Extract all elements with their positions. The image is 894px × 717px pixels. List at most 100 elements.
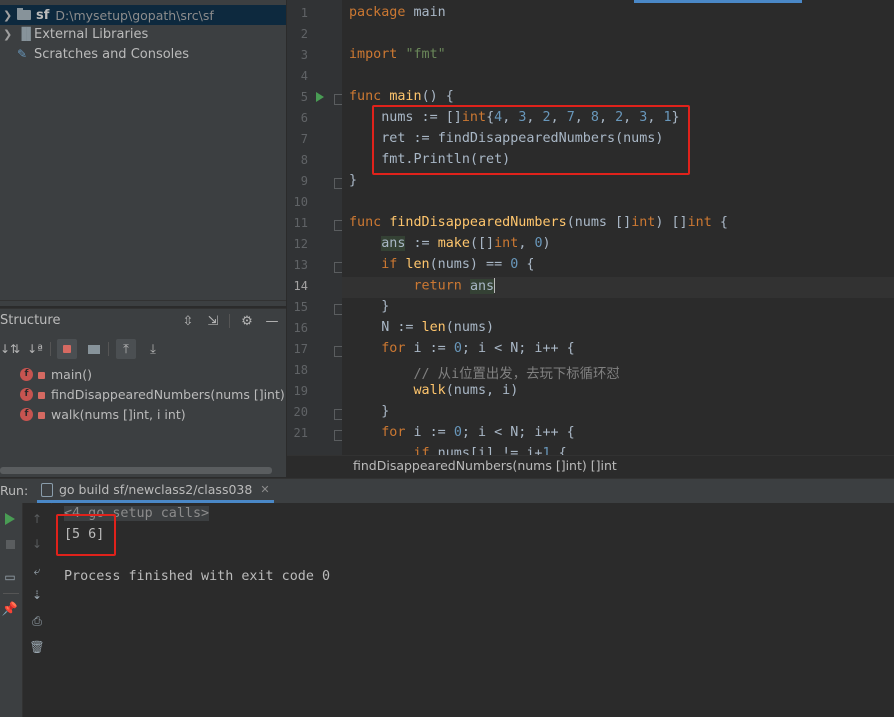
sort-alphabetically-icon[interactable]: ↓ª <box>25 339 45 359</box>
line-number: 7 <box>300 132 308 146</box>
navigate-to-source-icon[interactable]: ⤒ <box>116 339 136 359</box>
structure-item-label: main() <box>51 366 92 382</box>
code-line-5: func main() { <box>349 89 454 104</box>
structure-header: Structure ⇳ ⇲ ⚙ — <box>0 309 286 333</box>
line-number: 5 <box>300 90 308 104</box>
horizontal-scrollbar[interactable] <box>0 467 272 474</box>
run-tab[interactable]: go build sf/newclass2/class038 ✕ <box>37 479 274 503</box>
minimize-icon[interactable]: — <box>262 311 282 331</box>
line-number: 21 <box>293 426 308 440</box>
structure-panel: Structure ⇳ ⇲ ⚙ — ↓⇅ ↓ª ⤒ ⤓ f main() f f… <box>0 308 315 477</box>
code-editor[interactable]: package main import "fmt" func main() { … <box>342 0 894 455</box>
gear-icon[interactable]: ⚙ <box>237 311 257 331</box>
line-number: 11 <box>293 216 308 230</box>
code-line-9: } <box>349 173 358 188</box>
show-private-icon[interactable] <box>57 339 77 359</box>
expand-all-icon[interactable]: ⇳ <box>178 311 198 331</box>
project-root-row[interactable]: ❯ sf D:\mysetup\gopath\src\sf <box>0 5 286 25</box>
lock-icon <box>38 391 45 399</box>
lock-icon <box>38 411 45 419</box>
run-toolbar-secondary: ↑ ↓ ⤶ ⇣ ⎙ 🗑 <box>23 503 51 717</box>
scratches-icon: ✎ <box>17 47 28 61</box>
code-line-17: for i := 0; i < N; i++ { <box>381 341 575 356</box>
run-gutter-icon[interactable] <box>316 92 324 102</box>
line-number: 16 <box>293 321 308 335</box>
code-line-13: if len(nums) == 0 { <box>381 257 535 272</box>
line-number: 8 <box>300 153 308 167</box>
arrow-up-icon[interactable]: ↑ <box>29 511 45 527</box>
line-number-current: 14 <box>293 279 308 293</box>
line-number: 15 <box>293 300 308 314</box>
function-icon: f <box>20 407 33 421</box>
run-toolbar-left: ▭ 📌 <box>0 503 23 717</box>
code-line-1: package main <box>349 5 446 20</box>
layout-icon[interactable]: ▭ <box>2 569 18 585</box>
function-icon: f <box>20 367 33 381</box>
arrow-down-icon[interactable]: ↓ <box>29 536 45 552</box>
breadcrumb-function[interactable]: findDisappearedNumbers(nums []int) []int <box>353 458 617 473</box>
run-tab-title: go build sf/newclass2/class038 <box>59 482 253 497</box>
libraries-icon: ▐▌ <box>17 27 36 41</box>
code-line-20: } <box>349 404 390 419</box>
rerun-icon[interactable] <box>2 511 18 527</box>
chevron-right-icon[interactable]: ❯ <box>3 28 13 41</box>
console-exit-message: Process finished with exit code 0 <box>64 569 331 584</box>
scratches-label: Scratches and Consoles <box>34 46 190 62</box>
scroll-to-end-icon[interactable]: ⇣ <box>29 587 45 603</box>
close-icon[interactable]: ✕ <box>260 483 269 496</box>
line-number: 12 <box>293 237 308 251</box>
structure-title: Structure <box>0 313 61 328</box>
external-libraries-row[interactable]: ❯ ▐▌ External Libraries <box>0 24 148 44</box>
structure-item-label: walk(nums []int, i int) <box>51 406 186 422</box>
trash-icon[interactable]: 🗑 <box>29 639 45 655</box>
scratches-row[interactable]: ✎ Scratches and Consoles <box>0 44 189 64</box>
stop-icon[interactable] <box>2 536 18 552</box>
structure-item-main[interactable]: f main() <box>20 365 92 383</box>
show-fields-icon[interactable] <box>84 339 104 359</box>
editor-gutter: 1 2 3 4 5 6 7 8 9 10 11 12 13 14 15 16 1… <box>287 0 343 455</box>
sort-by-visibility-icon[interactable]: ↓⇅ <box>0 339 20 359</box>
text-caret <box>494 278 496 293</box>
scroll-indicator <box>634 0 802 3</box>
code-line-16: N := len(nums) <box>349 320 495 335</box>
line-number: 1 <box>300 6 308 20</box>
line-number: 13 <box>293 258 308 272</box>
run-toolwindow-header: Run: go build sf/newclass2/class038 ✕ <box>0 478 894 504</box>
pin-icon[interactable]: 📌 <box>2 601 18 617</box>
structure-item-label: findDisappearedNumbers(nums []int) []int <box>51 386 315 402</box>
project-root-name: sf <box>36 7 50 23</box>
code-line-3: import "fmt" <box>349 47 446 62</box>
function-icon: f <box>20 387 33 401</box>
line-number: 3 <box>300 48 308 62</box>
code-line-14: return ans <box>413 278 496 294</box>
project-panel: ❯ sf D:\mysetup\gopath\src\sf ❯ ▐▌ Exter… <box>0 0 286 306</box>
go-file-icon <box>41 482 53 497</box>
chevron-right-icon[interactable]: ❯ <box>3 9 13 22</box>
highlight-box-output <box>56 514 116 556</box>
line-number: 2 <box>300 27 308 41</box>
code-line-18: // 从i位置出发，去玩下标循环怼 <box>413 367 620 382</box>
line-number: 20 <box>293 405 308 419</box>
project-root-path: D:\mysetup\gopath\src\sf <box>55 7 214 23</box>
navigate-from-source-icon[interactable]: ⤓ <box>143 339 163 359</box>
line-number: 19 <box>293 384 308 398</box>
code-line-11: func findDisappearedNumbers(nums []int) … <box>349 215 728 230</box>
code-line-22: if nums[i] != i+1 { <box>413 446 567 455</box>
lock-icon <box>38 371 45 379</box>
line-number: 9 <box>300 174 308 188</box>
external-libraries-label: External Libraries <box>34 26 149 42</box>
print-icon[interactable]: ⎙ <box>29 613 45 629</box>
breadcrumb[interactable]: findDisappearedNumbers(nums []int) []int <box>287 455 894 477</box>
code-line-19: walk(nums, i) <box>413 383 519 398</box>
structure-item-walk[interactable]: f walk(nums []int, i int) <box>20 405 186 423</box>
structure-item-findDisappearedNumbers[interactable]: f findDisappearedNumbers(nums []int) []i… <box>20 385 315 403</box>
line-number: 10 <box>293 195 308 209</box>
code-line-12: ans := make([]int, 0) <box>381 236 551 251</box>
soft-wrap-icon[interactable]: ⤶ <box>29 563 45 579</box>
collapse-all-icon[interactable]: ⇲ <box>203 311 223 331</box>
run-label: Run: <box>0 483 29 498</box>
line-number: 4 <box>300 69 308 83</box>
console-output[interactable]: <4 go setup calls> [5 6] Process finishe… <box>52 503 894 717</box>
line-number: 6 <box>300 111 308 125</box>
line-number: 18 <box>293 363 308 377</box>
